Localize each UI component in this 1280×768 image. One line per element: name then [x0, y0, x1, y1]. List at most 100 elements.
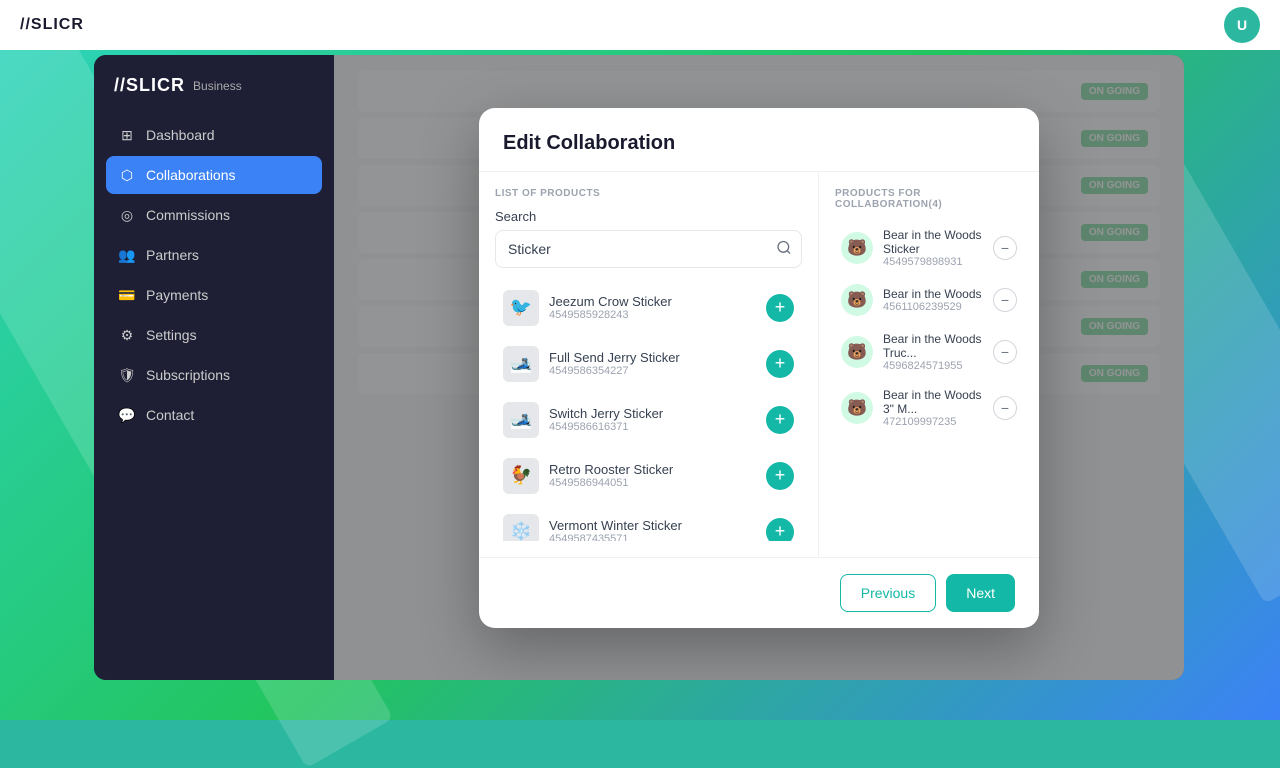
selected-products-panel: PRODUCTS FOR COLLABORATION(4) 🐻 Bear in … — [819, 172, 1039, 557]
add-product-btn-4[interactable]: + — [766, 462, 794, 490]
product-thumb-3: 🎿 — [503, 402, 539, 438]
sidebar-logo: //SLICR Business — [94, 75, 334, 116]
sidebar: //SLICR Business ⊞ Dashboard ⬡ Collabora… — [94, 55, 334, 680]
product-info-5: Vermont Winter Sticker 4549587435571 — [549, 518, 756, 541]
sidebar-item-partners[interactable]: 👥 Partners — [106, 236, 322, 274]
product-item-3[interactable]: 🎿 Switch Jerry Sticker 4549586616371 + — [495, 392, 802, 448]
add-product-btn-5[interactable]: + — [766, 518, 794, 541]
sidebar-label-commissions: Commissions — [146, 207, 230, 223]
search-input[interactable] — [495, 230, 802, 268]
sidebar-label-dashboard: Dashboard — [146, 127, 215, 143]
sidebar-item-collaborations[interactable]: ⬡ Collaborations — [106, 156, 322, 194]
sidebar-label-contact: Contact — [146, 407, 194, 423]
app-container: //SLICR Business ⊞ Dashboard ⬡ Collabora… — [94, 55, 1184, 680]
product-item-5[interactable]: ❄️ Vermont Winter Sticker 4549587435571 … — [495, 504, 802, 541]
contact-icon: 💬 — [118, 406, 136, 424]
selected-name-2: Bear in the Woods — [883, 287, 983, 301]
selected-item-1: 🐻 Bear in the Woods Sticker 454957989893… — [835, 220, 1023, 276]
edit-collaboration-modal: Edit Collaboration LIST OF PRODUCTS Sear… — [479, 108, 1039, 628]
selected-info-4: Bear in the Woods 3" M... 472109997235 — [883, 388, 983, 428]
selected-name-1: Bear in the Woods Sticker — [883, 228, 983, 256]
settings-icon: ⚙ — [118, 326, 136, 344]
product-sku-3: 4549586616371 — [549, 421, 756, 433]
product-sku-2: 4549586354227 — [549, 365, 756, 377]
top-bar: //SLICR U — [0, 0, 1280, 50]
product-name-4: Retro Rooster Sticker — [549, 462, 756, 477]
product-thumb-5: ❄️ — [503, 514, 539, 541]
selected-section-label: PRODUCTS FOR COLLABORATION(4) — [835, 188, 1023, 210]
sidebar-item-dashboard[interactable]: ⊞ Dashboard — [106, 116, 322, 154]
remove-btn-1[interactable]: − — [993, 236, 1017, 260]
product-item-2[interactable]: 🎿 Full Send Jerry Sticker 4549586354227 … — [495, 336, 802, 392]
selected-item-3: 🐻 Bear in the Woods Truc... 459682457195… — [835, 324, 1023, 380]
product-name-5: Vermont Winter Sticker — [549, 518, 756, 533]
remove-btn-2[interactable]: − — [993, 288, 1017, 312]
product-sku-4: 4549586944051 — [549, 477, 756, 489]
product-name-3: Switch Jerry Sticker — [549, 406, 756, 421]
product-name-2: Full Send Jerry Sticker — [549, 350, 756, 365]
selected-info-1: Bear in the Woods Sticker 4549579898931 — [883, 228, 983, 268]
modal-footer: Previous Next — [479, 557, 1039, 628]
sidebar-item-contact[interactable]: 💬 Contact — [106, 396, 322, 434]
subscriptions-icon: 🛡 — [118, 366, 136, 384]
modal-header: Edit Collaboration — [479, 108, 1039, 172]
selected-item-4: 🐻 Bear in the Woods 3" M... 472109997235… — [835, 380, 1023, 436]
search-container — [495, 230, 802, 268]
selected-name-3: Bear in the Woods Truc... — [883, 332, 983, 360]
selected-thumb-4: 🐻 — [841, 392, 873, 424]
sidebar-label-settings: Settings — [146, 327, 197, 343]
collaborations-icon: ⬡ — [118, 166, 136, 184]
selected-thumb-1: 🐻 — [841, 232, 873, 264]
sidebar-label-payments: Payments — [146, 287, 208, 303]
selected-name-4: Bear in the Woods 3" M... — [883, 388, 983, 416]
modal-overlay: Edit Collaboration LIST OF PRODUCTS Sear… — [334, 55, 1184, 680]
modal-body: LIST OF PRODUCTS Search — [479, 172, 1039, 557]
modal-title: Edit Collaboration — [503, 132, 1015, 155]
product-item-4[interactable]: 🐓 Retro Rooster Sticker 4549586944051 + — [495, 448, 802, 504]
product-sku-5: 4549587435571 — [549, 533, 756, 541]
add-product-btn-2[interactable]: + — [766, 350, 794, 378]
selected-thumb-3: 🐻 — [841, 336, 873, 368]
product-thumb-4: 🐓 — [503, 458, 539, 494]
remove-btn-3[interactable]: − — [993, 340, 1017, 364]
product-thumb-1: 🐦 — [503, 290, 539, 326]
selected-sku-3: 4596824571955 — [883, 360, 983, 372]
sidebar-label-collaborations: Collaborations — [146, 167, 236, 183]
partners-icon: 👥 — [118, 246, 136, 264]
selected-item-2: 🐻 Bear in the Woods 4561106239529 − — [835, 276, 1023, 324]
product-item-1[interactable]: 🐦 Jeezum Crow Sticker 4549585928243 + — [495, 280, 802, 336]
selected-info-2: Bear in the Woods 4561106239529 — [883, 287, 983, 313]
payments-icon: 💳 — [118, 286, 136, 304]
selected-sku-1: 4549579898931 — [883, 256, 983, 268]
search-icon — [776, 239, 792, 255]
sidebar-item-commissions[interactable]: ◎ Commissions — [106, 196, 322, 234]
sidebar-item-payments[interactable]: 💳 Payments — [106, 276, 322, 314]
user-avatar[interactable]: U — [1224, 7, 1260, 43]
product-search-panel: LIST OF PRODUCTS Search — [479, 172, 819, 557]
dashboard-icon: ⊞ — [118, 126, 136, 144]
remove-btn-4[interactable]: − — [993, 396, 1017, 420]
sidebar-logo-text: //SLICR — [114, 75, 185, 96]
product-name-1: Jeezum Crow Sticker — [549, 294, 756, 309]
sidebar-item-subscriptions[interactable]: 🛡 Subscriptions — [106, 356, 322, 394]
sidebar-item-settings[interactable]: ⚙ Settings — [106, 316, 322, 354]
sidebar-label-partners: Partners — [146, 247, 199, 263]
products-section-label: LIST OF PRODUCTS — [495, 188, 802, 199]
product-sku-1: 4549585928243 — [549, 309, 756, 321]
add-product-btn-1[interactable]: + — [766, 294, 794, 322]
search-button[interactable] — [776, 239, 792, 258]
selected-info-3: Bear in the Woods Truc... 4596824571955 — [883, 332, 983, 372]
selected-sku-2: 4561106239529 — [883, 301, 983, 313]
main-content: ON GOING ON GOING ON GOING ON GOING ON G… — [334, 55, 1184, 680]
next-button[interactable]: Next — [946, 574, 1015, 612]
product-list: 🐦 Jeezum Crow Sticker 4549585928243 + 🎿 — [495, 280, 802, 541]
search-label: Search — [495, 209, 802, 224]
product-info-4: Retro Rooster Sticker 4549586944051 — [549, 462, 756, 489]
add-product-btn-3[interactable]: + — [766, 406, 794, 434]
selected-sku-4: 472109997235 — [883, 416, 983, 428]
sidebar-nav: ⊞ Dashboard ⬡ Collaborations ◎ Commissio… — [94, 116, 334, 434]
previous-button[interactable]: Previous — [840, 574, 936, 612]
app-logo: //SLICR — [20, 16, 84, 34]
product-info-1: Jeezum Crow Sticker 4549585928243 — [549, 294, 756, 321]
commissions-icon: ◎ — [118, 206, 136, 224]
